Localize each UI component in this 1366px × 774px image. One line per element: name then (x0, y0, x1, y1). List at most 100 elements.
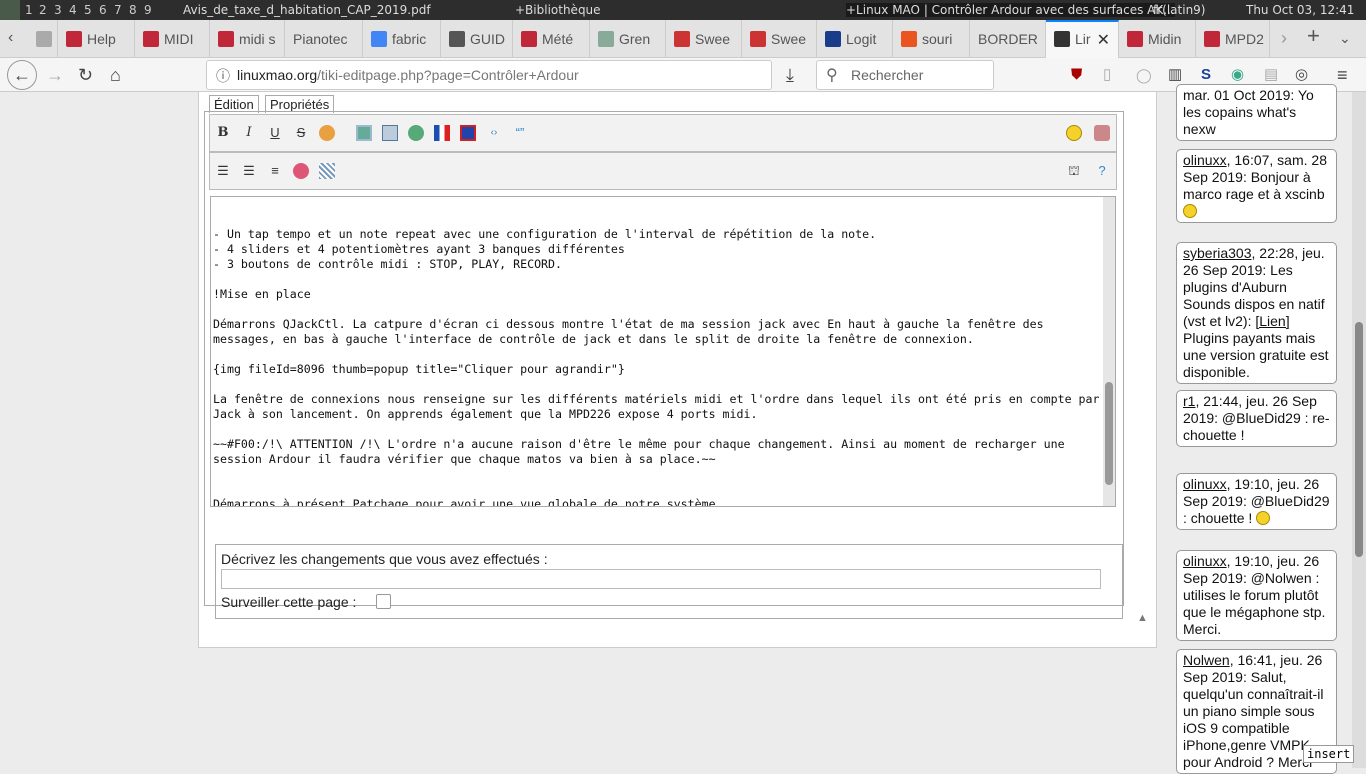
circle-icon[interactable]: ◯ (1136, 63, 1152, 87)
chat-message: mar. 01 Oct 2019: Yo les copains what's … (1176, 84, 1337, 141)
browser-tab[interactable]: Swee (742, 20, 817, 58)
align-center-icon[interactable]: ≡ (267, 163, 283, 179)
gift-icon[interactable]: ⛫ (1066, 163, 1082, 179)
workspace-8[interactable]: 8 (129, 3, 137, 17)
chat-user-link[interactable]: Nolwen (1183, 652, 1230, 668)
chat-user-link[interactable]: syberia303 (1183, 245, 1252, 261)
url-host: linuxmao.org (237, 67, 318, 83)
wiki-textarea[interactable]: - Un tap tempo et un note repeat avec un… (210, 196, 1116, 507)
browser-tab[interactable]: fabric (363, 20, 441, 58)
quote-icon[interactable]: “” (512, 125, 528, 141)
search-input[interactable]: ⚲ Rechercher (816, 60, 994, 90)
browser-tab[interactable]: Gren (590, 20, 666, 58)
help-ring-icon[interactable] (293, 163, 309, 179)
strikethrough-icon[interactable]: S (293, 125, 309, 141)
info-icon[interactable]: ⓘ (216, 66, 230, 86)
page-icon[interactable]: ▯ (1103, 63, 1111, 87)
bullet-list-icon[interactable]: ☰ (215, 163, 231, 179)
bold-icon[interactable]: B (215, 125, 231, 141)
flag-fr-icon[interactable] (434, 125, 450, 141)
browser-tab[interactable]: Swee (666, 20, 742, 58)
flag-en-icon[interactable] (460, 125, 476, 141)
workspace-7[interactable]: 7 (114, 3, 122, 17)
code-icon[interactable]: ‹› (486, 125, 502, 141)
ublock-icon[interactable]: ⛊ (1071, 63, 1082, 87)
search-icon: ⚲ (826, 67, 838, 84)
browser-tab[interactable]: souri (893, 20, 970, 58)
workspace-9[interactable]: 9 (144, 3, 152, 17)
tab-scroll-left-icon[interactable]: ‹ (8, 26, 13, 50)
text-line: !Mise en place (213, 287, 311, 301)
tab-label: Lir (1075, 31, 1091, 47)
chat-link[interactable]: [Lien] (1255, 313, 1289, 329)
text-line: ~~#F00:/!\ ATTENTION /!\ L'ordre n'a auc… (213, 437, 1065, 451)
chat-user-link[interactable]: olinuxx (1183, 553, 1227, 569)
workspace-2[interactable]: 2 (39, 3, 47, 17)
home-icon[interactable]: ⌂ (110, 63, 121, 87)
browser-tab[interactable]: GUID (441, 20, 513, 58)
help-icon[interactable]: ? (1094, 163, 1110, 179)
chat-text: mar. 01 Oct 2019: Yo les copains what's … (1183, 87, 1314, 137)
workspace-3[interactable]: 3 (54, 3, 62, 17)
textarea-scrollbar[interactable] (1103, 197, 1115, 506)
insert-link-icon[interactable] (408, 125, 424, 141)
browser-tab[interactable]: Midin (1119, 20, 1196, 58)
new-tab-icon[interactable]: + (1307, 24, 1320, 48)
keyboard-layout[interactable]: fr(latin9) (1153, 3, 1206, 17)
tab-scroll-right-icon[interactable]: › (1281, 26, 1287, 50)
browser-tab[interactable]: Help (58, 20, 135, 58)
browser-tab[interactable]: MIDI (135, 20, 210, 58)
chat-message: olinuxx, 16:07, sam. 28 Sep 2019: Bonjou… (1176, 149, 1337, 223)
downloads-icon[interactable]: ⤓ (786, 63, 794, 87)
insert-image-icon[interactable] (356, 125, 372, 141)
back-icon[interactable]: ← (7, 60, 37, 90)
browser-tab[interactable]: Logit (817, 20, 893, 58)
underline-icon[interactable]: U (267, 125, 283, 141)
workspace-4[interactable]: 4 (69, 3, 77, 17)
window-firefox[interactable]: +Linux MAO | Contrôler Ardour avec des s… (846, 3, 1175, 17)
tab-list-icon[interactable]: ⌄ (1339, 26, 1351, 50)
tab-label: MPD2 (1225, 31, 1264, 47)
browser-tab[interactable]: Lir ✕ (1046, 20, 1119, 58)
close-tab-icon[interactable]: ✕ (1097, 30, 1110, 50)
tab-label: GUID (470, 31, 505, 47)
insert-file-icon[interactable] (382, 125, 398, 141)
browser-tab[interactable]: MPD2 (1196, 20, 1270, 58)
text-line (213, 272, 1115, 287)
workspace-1[interactable]: 1 (25, 3, 33, 17)
window-library[interactable]: +Bibliothèque (515, 3, 601, 17)
scroll-top-icon[interactable]: ▲ (1137, 612, 1148, 624)
changes-input[interactable] (221, 569, 1101, 589)
tab-label: Help (87, 31, 116, 47)
tab-favicon-icon (750, 31, 766, 47)
chat-user-link[interactable]: r1 (1183, 393, 1195, 409)
url-bar[interactable]: ⓘ linuxmao.org/tiki-editpage.php?page=Co… (206, 60, 772, 90)
color-palette-icon[interactable] (319, 125, 335, 141)
browser-tab[interactable]: Pianotec (285, 20, 363, 58)
reload-icon[interactable]: ↻ (78, 63, 93, 87)
page-scrollbar[interactable] (1352, 92, 1366, 768)
menu-hamburger-icon[interactable]: ≡ (1337, 63, 1348, 87)
tab-label: BORDER (978, 31, 1038, 47)
smiley-icon[interactable] (1066, 125, 1082, 141)
browser-tab[interactable]: BORDER (970, 20, 1046, 58)
window-pdf[interactable]: Avis_de_taxe_d_habitation_CAP_2019.pdf (183, 3, 431, 17)
workspace-5[interactable]: 5 (84, 3, 92, 17)
tab-favicon-icon (521, 31, 537, 47)
workspace-6[interactable]: 6 (99, 3, 107, 17)
chat-user-link[interactable]: olinuxx (1183, 476, 1227, 492)
browser-tab[interactable]: midi s (210, 20, 285, 58)
chat-user-link[interactable]: olinuxx (1183, 152, 1227, 168)
plugin-icon[interactable] (1094, 125, 1110, 141)
numbered-list-icon[interactable]: ☰ (241, 163, 257, 179)
forward-icon[interactable]: → (46, 63, 64, 87)
italic-icon[interactable]: I (241, 125, 257, 141)
hatch-icon[interactable] (319, 163, 335, 179)
menu-icon[interactable] (0, 0, 20, 20)
tab-label: souri (922, 31, 953, 47)
watch-checkbox[interactable] (376, 594, 391, 609)
text-line: Démarrons à présent Patchage pour avoir … (213, 497, 723, 507)
browser-tab[interactable]: Mété (513, 20, 590, 58)
text-line (213, 302, 1115, 317)
browser-tab[interactable]: do (28, 20, 58, 58)
